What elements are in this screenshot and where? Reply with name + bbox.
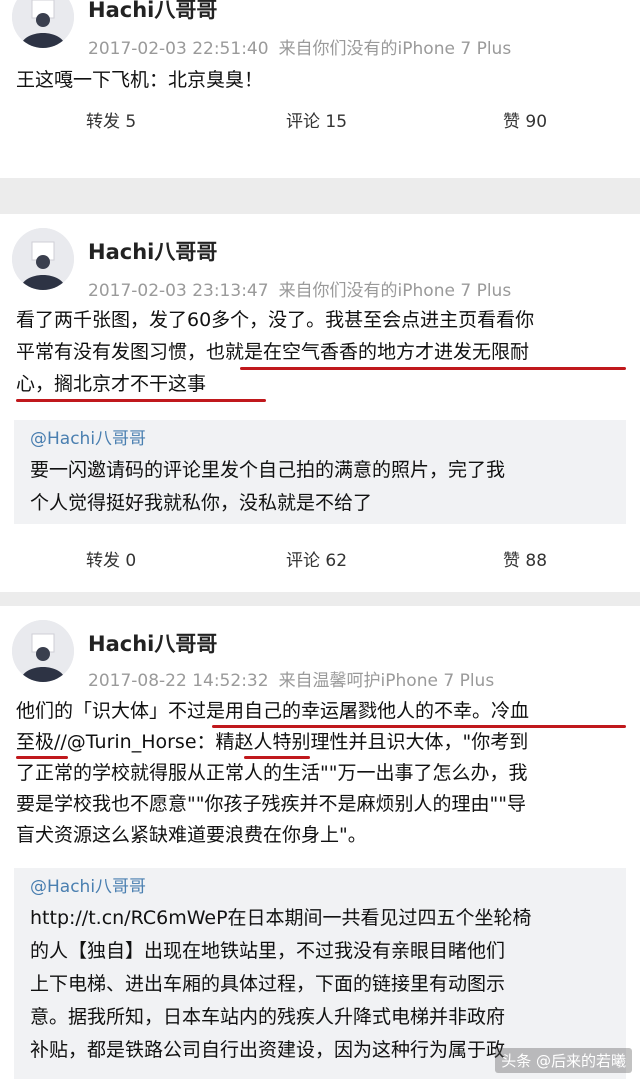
action-bar: 转发 0 评论 62 赞 88 <box>0 541 640 581</box>
repost-line: http://t.cn/RC6mWeP在日本期间一共看见过四五个坐轮椅 <box>30 907 532 929</box>
text-line: 要是学校我也不愿意""你孩子残疾并不是麻烦别人的理由""导 <box>16 793 526 815</box>
repost-button[interactable]: 转发 5 <box>86 102 136 142</box>
repost-mention[interactable]: @Hachi八哥哥 <box>30 872 610 902</box>
avatar[interactable] <box>12 228 74 290</box>
red-underline <box>16 399 266 402</box>
post-source: 来自你们没有的iPhone 7 Plus <box>278 281 512 301</box>
post-header: Hachi八哥哥 2017-02-03 23:13:47 来自你们没有的iPhon… <box>12 228 632 302</box>
repost-line: 个人觉得挺好我就私你，没私就是不给了 <box>30 492 373 514</box>
post-source: 来自你们没有的iPhone 7 Plus <box>278 39 512 59</box>
post-meta: 2017-08-22 14:52:32 来自温馨呵护iPhone 7 Plus <box>88 666 494 691</box>
post-text: 看了两千张图，发了60多个，没了。我甚至会点进主页看看你 平常有没有发图习惯，也… <box>16 304 626 402</box>
username[interactable]: Hachi八哥哥 <box>88 0 217 24</box>
repost-line: 的人【独自】出现在地铁站里，不过我没有亲眼目睹他们 <box>30 940 506 962</box>
repost-line: 要一闪邀请码的评论里发个自己拍的满意的照片，完了我 <box>30 459 506 481</box>
source-watermark: 头条 @后来的若曦 <box>495 1048 632 1073</box>
username[interactable]: Hachi八哥哥 <box>88 628 217 658</box>
comment-button[interactable]: 评论 62 <box>286 541 347 581</box>
post-header: Hachi八哥哥 2017-08-22 14:52:32 来自温馨呵护iPhone… <box>12 620 632 694</box>
post-meta: 2017-02-03 22:51:40 来自你们没有的iPhone 7 Plus <box>88 34 511 59</box>
repost-mention[interactable]: @Hachi八哥哥 <box>30 424 610 454</box>
post-meta: 2017-02-03 23:13:47 来自你们没有的iPhone 7 Plus <box>88 276 511 301</box>
text-line: 他们的「识大体」不过是用自己的幸运屠戮他人的不幸。冷血 <box>16 696 626 728</box>
timestamp: 2017-08-22 14:52:32 <box>88 671 269 691</box>
repost-line: 上下电梯、进出车厢的具体过程，下面的链接里有动图示 <box>30 973 506 995</box>
comment-button[interactable]: 评论 15 <box>286 102 347 142</box>
text-line-underlined: 平常有没有发图习惯，也就是在空气香香的地方才进发无限耐 <box>16 336 626 370</box>
text-line: 至极//@Turin_Horse：精赵人特别理性并且识大体，"你考到 <box>16 727 626 759</box>
repost-text: http://t.cn/RC6mWeP在日本期间一共看见过四五个坐轮椅 的人【独… <box>30 902 610 1067</box>
text-line: 看了两千张图，发了60多个，没了。我甚至会点进主页看看你 <box>16 309 535 331</box>
post-header: Hachi八哥哥 2017-02-03 22:51:40 来自你们没有的iPhon… <box>12 0 632 74</box>
post-text: 他们的「识大体」不过是用自己的幸运屠戮他人的不幸。冷血 至极//@Turin_H… <box>16 696 626 851</box>
weibo-post-1: Hachi八哥哥 2017-02-03 22:51:40 来自你们没有的iPhon… <box>0 0 640 178</box>
avatar[interactable] <box>12 0 74 48</box>
weibo-post-2: Hachi八哥哥 2017-02-03 23:13:47 来自你们没有的iPhon… <box>0 214 640 592</box>
timestamp: 2017-02-03 22:51:40 <box>88 39 269 59</box>
avatar[interactable] <box>12 620 74 682</box>
like-button[interactable]: 赞 88 <box>503 541 547 581</box>
like-button[interactable]: 赞 90 <box>503 102 547 142</box>
red-underline <box>16 756 68 759</box>
text-line: 王这嘎一下飞机：北京臭臭！ <box>16 69 264 91</box>
weibo-post-3: Hachi八哥哥 2017-08-22 14:52:32 来自温馨呵护iPhone… <box>0 606 640 1079</box>
repost-line: 意。据我所知，日本车站内的残疾人升降式电梯并非政府 <box>30 1006 506 1028</box>
text-line: 盲犬资源这么紧缺难道要浪费在你身上"。 <box>16 824 367 846</box>
post-text: 王这嘎一下飞机：北京臭臭！ <box>16 64 626 96</box>
quoted-repost[interactable]: @Hachi八哥哥 要一闪邀请码的评论里发个自己拍的满意的照片，完了我 个人觉得… <box>14 420 626 524</box>
text-line: 了正常的学校就得服从正常人的生活""万一出事了怎么办，我 <box>16 762 528 784</box>
action-bar: 转发 5 评论 15 赞 90 <box>0 102 640 142</box>
repost-text: 要一闪邀请码的评论里发个自己拍的满意的照片，完了我 个人觉得挺好我就私你，没私就… <box>30 454 610 520</box>
username[interactable]: Hachi八哥哥 <box>88 236 217 266</box>
timestamp: 2017-02-03 23:13:47 <box>88 281 269 301</box>
red-underline <box>244 756 310 759</box>
post-source: 来自温馨呵护iPhone 7 Plus <box>278 671 495 691</box>
repost-button[interactable]: 转发 0 <box>86 541 136 581</box>
text-line: 心，搁北京才不干这事 <box>16 368 626 402</box>
